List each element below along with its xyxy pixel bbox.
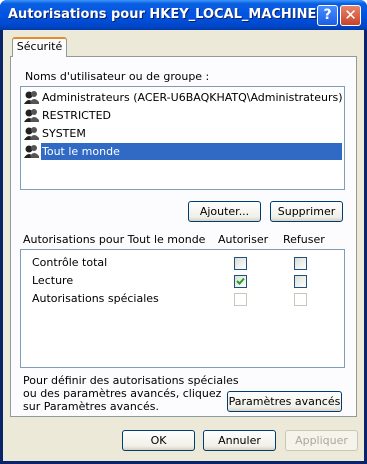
advanced-settings-button[interactable]: Paramètres avancés [227, 391, 342, 412]
ok-button[interactable]: OK [122, 430, 195, 451]
permissions-header: Autorisations pour Tout le monde [23, 233, 206, 246]
list-item-selected[interactable]: Tout le monde [23, 143, 342, 160]
users-group-icon [23, 107, 40, 124]
deny-column-header: Refuser [283, 233, 325, 246]
advanced-note-line: ou des paramètres avancés, cliquez [23, 387, 222, 400]
advanced-note-line: Pour définir des autorisations spéciales [23, 374, 239, 387]
user-name: SYSTEM [42, 127, 86, 140]
permissions-list: Contrôle total Lecture Autorisations spé… [20, 249, 345, 368]
deny-read-checkbox[interactable] [294, 275, 307, 288]
dialog-body: Sécurité Noms d'utilisateur ou de groupe… [3, 30, 364, 461]
add-button[interactable]: Ajouter... [188, 201, 261, 222]
users-group-icon [23, 143, 40, 160]
remove-button[interactable]: Supprimer [270, 201, 343, 222]
checkmark-icon [236, 277, 245, 285]
users-group-icon [23, 89, 40, 106]
user-name: RESTRICTED [42, 109, 112, 122]
advanced-note-line: sur Paramètres avancés. [23, 400, 159, 413]
tab-securite[interactable]: Sécurité [12, 37, 67, 57]
list-item[interactable]: Administrateurs (ACER-U6BAQKHATQ\Adminis… [23, 89, 343, 106]
window-title: Autorisations pour HKEY_LOCAL_MACHINE [8, 7, 317, 22]
permission-row-full-control: Contrôle total [32, 256, 108, 269]
allow-special-checkbox [234, 293, 247, 306]
users-group-icon [23, 125, 40, 142]
close-button[interactable]: ✕ [340, 5, 361, 26]
list-item[interactable]: RESTRICTED [23, 107, 342, 124]
users-label: Noms d'utilisateur ou de groupe : [25, 70, 210, 83]
permissions-dialog: Autorisations pour HKEY_LOCAL_MACHINE ? … [0, 0, 367, 464]
users-listbox[interactable]: Administrateurs (ACER-U6BAQKHATQ\Adminis… [20, 86, 345, 190]
permission-row-special: Autorisations spéciales [32, 292, 159, 305]
deny-full-control-checkbox[interactable] [294, 257, 307, 270]
allow-column-header: Autoriser [218, 233, 269, 246]
permission-row-read: Lecture [32, 274, 74, 287]
user-name: Administrateurs (ACER-U6BAQKHATQ\Adminis… [42, 91, 343, 104]
title-bar[interactable]: Autorisations pour HKEY_LOCAL_MACHINE ? … [0, 0, 367, 30]
deny-special-checkbox [294, 293, 307, 306]
allow-full-control-checkbox[interactable] [234, 257, 247, 270]
apply-button: Appliquer [285, 430, 358, 451]
advanced-note: Pour définir des autorisations spéciales… [23, 374, 239, 413]
allow-read-checkbox[interactable] [234, 275, 247, 288]
list-item[interactable]: SYSTEM [23, 125, 342, 142]
cancel-button[interactable]: Annuler [203, 430, 276, 451]
help-button[interactable]: ? [317, 5, 338, 26]
user-name: Tout le monde [41, 143, 342, 160]
